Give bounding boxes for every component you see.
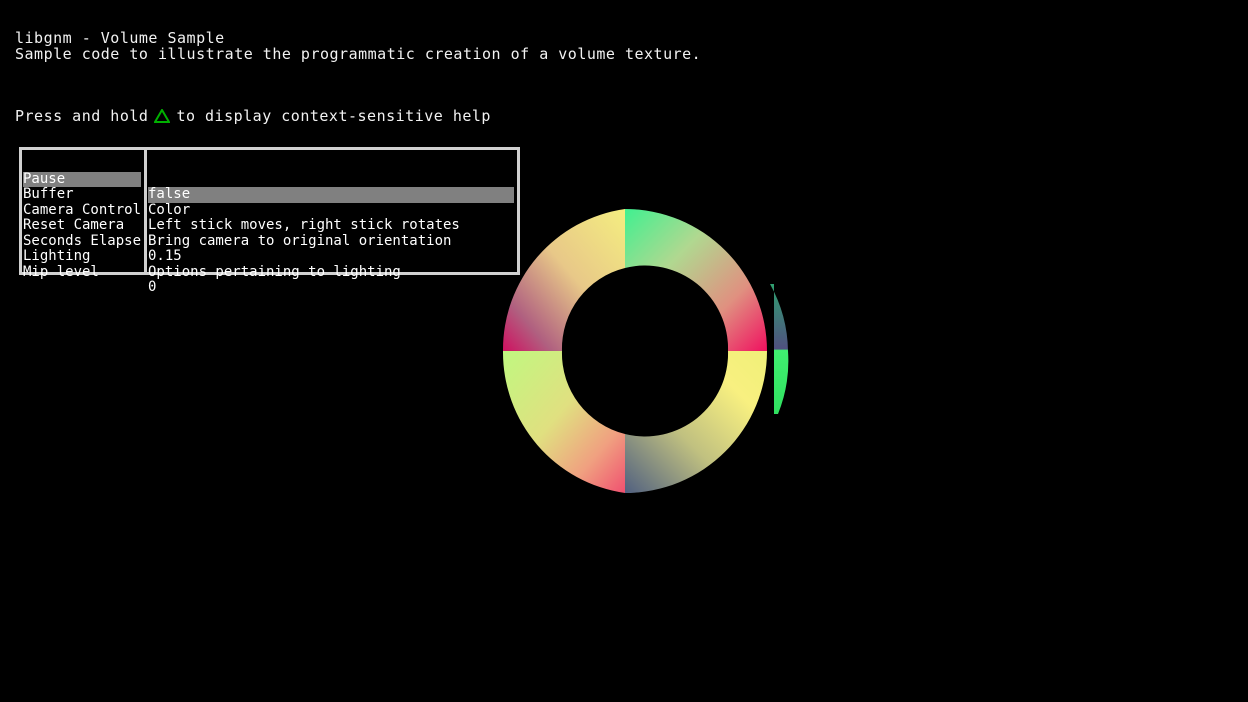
help-hint: Press and hold to display context-sensiti… [15,108,491,126]
menu-item-label: Mip level [23,264,99,280]
app-subtitle: Sample code to illustrate the programmat… [15,45,702,63]
menu-item-lighting[interactable]: Lighting Options pertaining to lighting [22,234,517,279]
menu-item-reset-camera[interactable]: Reset Camera Bring camera to original or… [22,203,517,248]
help-suffix: to display context-sensitive help [176,107,491,125]
app-title: libgnm - Volume Sample [15,29,225,47]
menu-item-value: 0 [148,280,157,295]
help-prefix: Press and hold [15,107,149,125]
menu-item-mip-level[interactable]: Mip level 0 [22,249,517,295]
triangle-button-icon [153,108,172,126]
volume-torus-render [502,209,789,493]
menu-item-value: Options pertaining to lighting [148,264,401,280]
menu-item-seconds-elapsed[interactable]: Seconds Elapsed 0.15 [22,218,517,264]
menu-item-camera-controls[interactable]: Camera Controls Left stick moves, right … [22,187,517,233]
debug-menu: Pause false Buffer Color Camera Controls… [19,147,520,295]
menu-item-pause[interactable]: Pause false [22,156,517,203]
menu-item-buffer[interactable]: Buffer Color [22,172,517,217]
